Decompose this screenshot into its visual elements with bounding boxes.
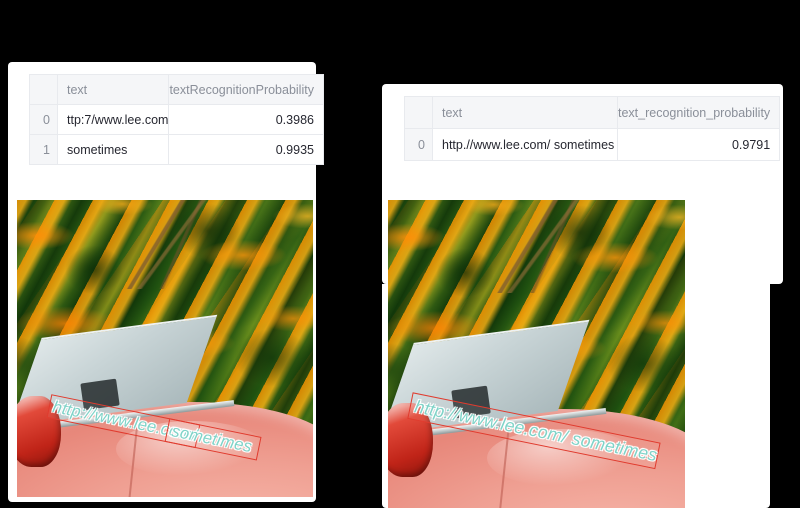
column-header-text: text — [432, 96, 618, 129]
table-row: 0 ttp:7/www.lee.com 0.3986 — [29, 104, 324, 135]
table-row: 1 sometimes 0.9935 — [29, 134, 324, 165]
cell-text: http.//www.lee.com/ sometimes — [432, 128, 618, 161]
table-header-row: text text_recognition_probability — [404, 96, 781, 129]
after-results-table: text text_recognition_probability 0 http… — [404, 96, 781, 161]
before-results-table: text textRecognitionProbability 0 ttp:7/… — [29, 74, 324, 165]
table-header-row: text textRecognitionProbability — [29, 74, 324, 105]
after-annotated-image: http://www.lee.com/ sometimes — [388, 200, 685, 508]
index-column-header — [29, 74, 58, 105]
column-header-probability: textRecognitionProbability — [168, 74, 324, 105]
cell-text: sometimes — [56, 134, 170, 165]
row-index: 0 — [29, 104, 58, 135]
cell-probability: 0.9791 — [616, 128, 781, 161]
cell-probability: 0.3986 — [168, 104, 324, 135]
cell-text: ttp:7/www.lee.com — [56, 104, 170, 135]
row-index: 0 — [404, 128, 433, 161]
before-annotated-image: http://www.lee.com/ sometimes — [17, 200, 313, 497]
bare-branches — [115, 200, 208, 290]
index-column-header — [404, 96, 433, 129]
row-index: 1 — [29, 134, 58, 165]
table-row: 0 http.//www.lee.com/ sometimes 0.9791 — [404, 128, 781, 161]
screenshot-root: text textRecognitionProbability 0 ttp:7/… — [0, 0, 800, 508]
column-header-probability: text_recognition_probability — [616, 96, 781, 129]
bare-branches — [486, 200, 580, 293]
cell-probability: 0.9935 — [168, 134, 324, 165]
column-header-text: text — [56, 74, 170, 105]
